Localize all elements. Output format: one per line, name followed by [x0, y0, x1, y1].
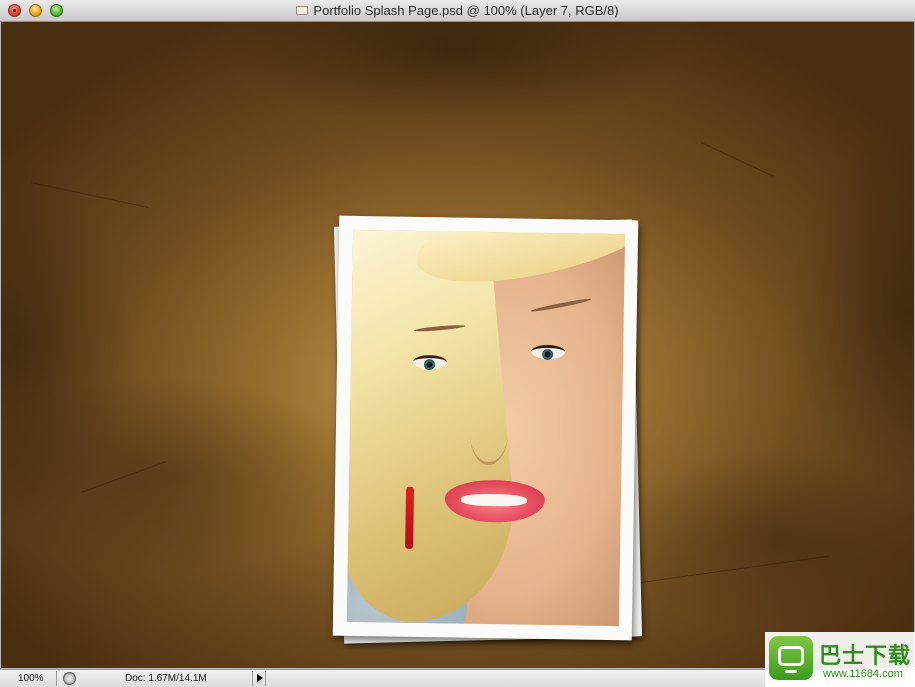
photo-frame[interactable]: [332, 215, 639, 641]
document-size-info: Doc: 1.67M/14.1M: [125, 673, 207, 684]
paper-crease: [640, 555, 830, 583]
watermark-logo-icon: [769, 636, 813, 680]
watermark-text: 巴士下载: [819, 644, 912, 669]
right-eyebrow: [530, 297, 592, 314]
paper-crease: [700, 142, 774, 177]
watermark-url: www.11684.com: [823, 668, 903, 680]
window-title: Portfolio Splash Page.psd @ 100% (Layer …: [313, 3, 619, 18]
portrait-photo: [346, 229, 626, 627]
preview-icon[interactable]: [63, 672, 76, 685]
paper-crease: [80, 461, 166, 493]
left-eye: [412, 354, 448, 370]
paper-crease: [30, 182, 149, 208]
window-title-group: Portfolio Splash Page.psd @ 100% (Layer …: [0, 0, 915, 21]
window-titlebar[interactable]: Portfolio Splash Page.psd @ 100% (Layer …: [0, 0, 915, 22]
status-menu-arrow-icon[interactable]: [252, 671, 266, 686]
teeth: [460, 493, 527, 507]
document-icon: [296, 6, 309, 15]
earring: [405, 486, 415, 549]
right-eye: [531, 344, 566, 360]
site-watermark: 巴士下载 www.11684.com: [765, 632, 915, 687]
document-canvas[interactable]: [1, 22, 914, 668]
zoom-level-field[interactable]: 100%: [2, 671, 57, 686]
